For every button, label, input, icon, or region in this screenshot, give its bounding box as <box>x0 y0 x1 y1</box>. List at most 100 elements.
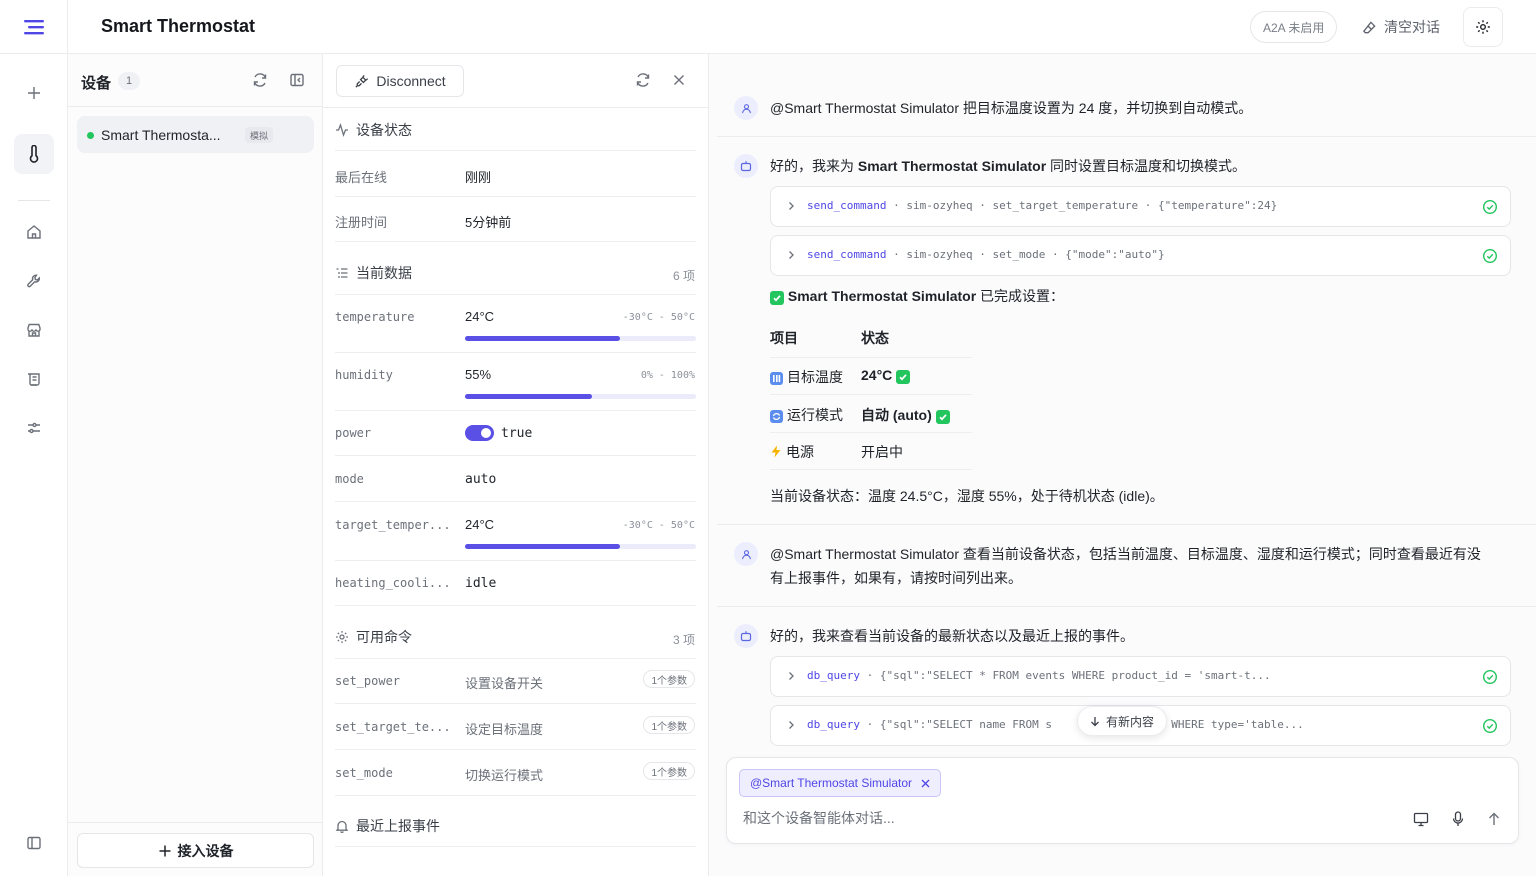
table-cell-text: 运行模式 <box>787 407 843 423</box>
current-data-section-title: 当前数据 <box>335 263 412 283</box>
tool-args: · {"sql":"SELECT * FROM events WHERE pro… <box>866 669 1271 682</box>
data-key-heating-cooling: heating_cooli... <box>335 576 451 590</box>
tool-call-card[interactable]: db_query · {"sql":"SELECT * FROM events … <box>770 656 1511 697</box>
device-detail-panel: Disconnect 设备状态 最后在线 刚刚 注册时间 5分钟前 当前数据 6… <box>323 54 709 876</box>
current-data-count: 6 项 <box>672 269 695 283</box>
device-name: Smart Thermosta... <box>101 127 221 143</box>
refresh-devices-button[interactable] <box>250 70 270 90</box>
tool-call-card[interactable]: send_command · sim-ozyheq · set_mode · {… <box>770 235 1511 276</box>
table-cell-text: 电源 <box>786 444 814 460</box>
monitor-icon <box>1413 812 1429 827</box>
refresh-icon <box>252 72 268 88</box>
menu-icon <box>23 19 44 35</box>
settings-button[interactable] <box>1463 7 1503 47</box>
chevron-right-icon <box>787 720 795 730</box>
table-divider <box>770 469 972 470</box>
message-input[interactable]: 和这个设备智能体对话... <box>743 808 895 828</box>
thermometer-icon <box>27 145 41 163</box>
check-mark-icon <box>770 291 784 305</box>
divider <box>335 501 696 502</box>
scroll-icon <box>26 371 42 387</box>
clear-conversation-button[interactable]: 清空对话 <box>1362 11 1440 43</box>
table-cell-item: 运行模式 <box>770 405 843 425</box>
data-range-humidity: 0% - 100% <box>640 370 695 381</box>
temperature-level-fill <box>465 336 620 341</box>
divider <box>335 455 696 456</box>
close-icon[interactable] <box>921 779 930 788</box>
assistant-message-intro: 好的，我来查看当前设备的最新状态以及最近上报的事件。 <box>770 628 1134 644</box>
mention-chip[interactable]: @Smart Thermostat Simulator <box>739 769 942 797</box>
nav-tools[interactable] <box>14 261 54 301</box>
check-circle-icon <box>1482 718 1498 734</box>
nav-settings[interactable] <box>14 408 54 448</box>
nav-logs[interactable] <box>14 359 54 399</box>
humidity-level-fill <box>465 394 593 399</box>
a2a-status-badge[interactable]: A2A 未启用 <box>1250 11 1338 43</box>
nav-store[interactable] <box>14 310 54 350</box>
collapse-panel-button[interactable] <box>287 70 307 90</box>
device-list-item[interactable]: Smart Thermosta... 模拟 <box>77 116 314 153</box>
gear-icon <box>335 630 349 644</box>
bot-icon <box>740 160 752 172</box>
wrench-icon <box>26 273 42 289</box>
connect-device-button[interactable]: 接入设备 <box>77 833 314 868</box>
current-data-title: 当前数据 <box>356 265 412 281</box>
nav-home[interactable] <box>14 212 54 252</box>
cycle-icon <box>770 410 783 423</box>
command-description: 切换运行模式 <box>465 768 544 783</box>
meta-value-last-online: 刚刚 <box>465 170 492 185</box>
new-content-label: 有新内容 <box>1106 714 1155 729</box>
meta-label-registered: 注册时间 <box>335 215 388 230</box>
command-name[interactable]: set_target_te... <box>335 720 451 734</box>
message-composer: @Smart Thermostat Simulator 和这个设备智能体对话..… <box>726 757 1519 844</box>
bot-avatar <box>734 624 758 648</box>
tool-call-summary: db_query · {"sql":"SELECT name FROM s WH… <box>807 718 1304 731</box>
connect-device-label: 接入设备 <box>177 842 234 859</box>
table-cell-status: 24°C <box>861 367 911 384</box>
device-status-title: 设备状态 <box>356 122 412 138</box>
data-value-power: true <box>501 426 533 441</box>
refresh-detail-button[interactable] <box>633 70 653 90</box>
menu-button[interactable] <box>0 0 68 54</box>
divider <box>335 703 696 704</box>
nav-devices[interactable] <box>14 134 54 174</box>
tool-call-card[interactable]: send_command · sim-ozyheq · set_target_t… <box>770 186 1511 227</box>
divider <box>335 795 696 796</box>
close-detail-button[interactable] <box>669 70 689 90</box>
chevron-right-icon <box>787 201 795 211</box>
disconnect-button[interactable]: Disconnect <box>336 65 464 97</box>
divider <box>335 196 696 197</box>
device-list-panel: 设备 1 Smart Thermosta... 模拟 接入设备 <box>68 54 323 876</box>
check-mark-icon <box>935 410 950 424</box>
divider <box>335 150 696 151</box>
list-icon <box>335 266 349 280</box>
screen-share-button[interactable] <box>1411 809 1431 829</box>
send-button[interactable] <box>1484 809 1504 829</box>
table-header-status: 状态 <box>861 330 889 346</box>
home-icon <box>26 224 42 240</box>
user-avatar <box>734 96 758 120</box>
command-name[interactable]: set_power <box>335 674 400 688</box>
new-content-button[interactable]: 有新内容 <box>1077 706 1168 736</box>
command-name[interactable]: set_mode <box>335 766 393 780</box>
events-section-title: 最近上报事件 <box>335 816 440 836</box>
data-value-mode: auto <box>465 472 497 487</box>
chevron-right-icon <box>787 250 795 260</box>
new-button[interactable] <box>14 73 54 113</box>
voice-input-button[interactable] <box>1448 809 1468 829</box>
divider <box>335 241 696 242</box>
commands-count: 3 项 <box>672 633 695 647</box>
arrow-down-icon <box>1090 716 1100 727</box>
meta-label-last-online: 最后在线 <box>335 170 388 185</box>
tool-call-summary: send_command · sim-ozyheq · set_mode · {… <box>807 248 1165 261</box>
refresh-icon <box>635 72 651 88</box>
app-title: Smart Thermostat <box>101 16 256 36</box>
sidebar-toggle-button[interactable] <box>14 823 54 863</box>
message-divider <box>717 524 1536 525</box>
nav-rail <box>0 54 68 876</box>
power-toggle[interactable] <box>465 425 494 441</box>
command-params-tag: 1个参数 <box>643 670 695 688</box>
table-cell-status: 开启中 <box>861 444 903 460</box>
device-list-header: 设备 1 <box>68 54 322 107</box>
activity-icon <box>335 123 349 137</box>
